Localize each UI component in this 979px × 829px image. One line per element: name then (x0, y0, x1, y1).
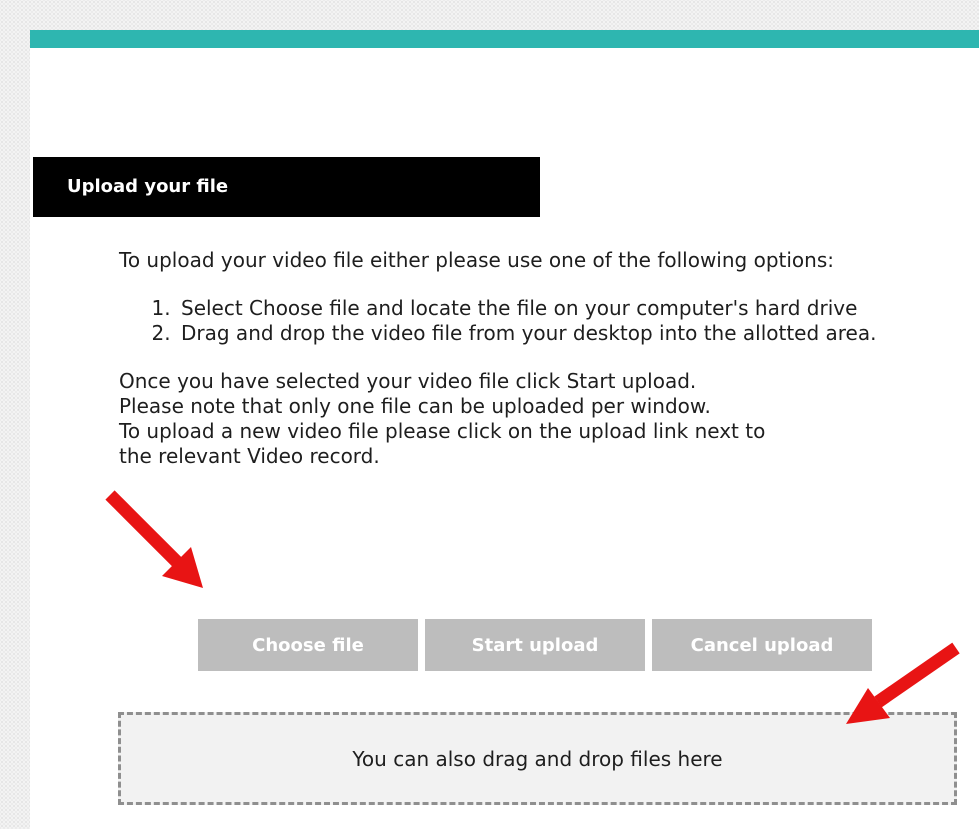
instructions-intro: To upload your video file either please … (119, 248, 834, 272)
note-line-3: To upload a new video file please click … (119, 419, 766, 443)
instructions: To upload your video file either please … (119, 248, 959, 469)
note-line-1: Once you have selected your video file c… (119, 369, 697, 393)
accent-bar (30, 30, 979, 48)
note-line-4: the relevant Video record. (119, 444, 380, 468)
drop-zone[interactable]: You can also drag and drop files here (118, 712, 957, 805)
upload-panel: Upload your file To upload your video fi… (30, 30, 979, 829)
options-list: Select Choose file and locate the file o… (119, 296, 959, 346)
option-item-2: Drag and drop the video file from your d… (177, 321, 959, 346)
choose-file-button[interactable]: Choose file (198, 619, 418, 671)
note-line-2: Please note that only one file can be up… (119, 394, 711, 418)
cancel-upload-button[interactable]: Cancel upload (652, 619, 872, 671)
section-title: Upload your file (33, 157, 540, 217)
start-upload-button[interactable]: Start upload (425, 619, 645, 671)
option-item-1: Select Choose file and locate the file o… (177, 296, 959, 321)
drop-zone-label: You can also drag and drop files here (352, 746, 723, 771)
